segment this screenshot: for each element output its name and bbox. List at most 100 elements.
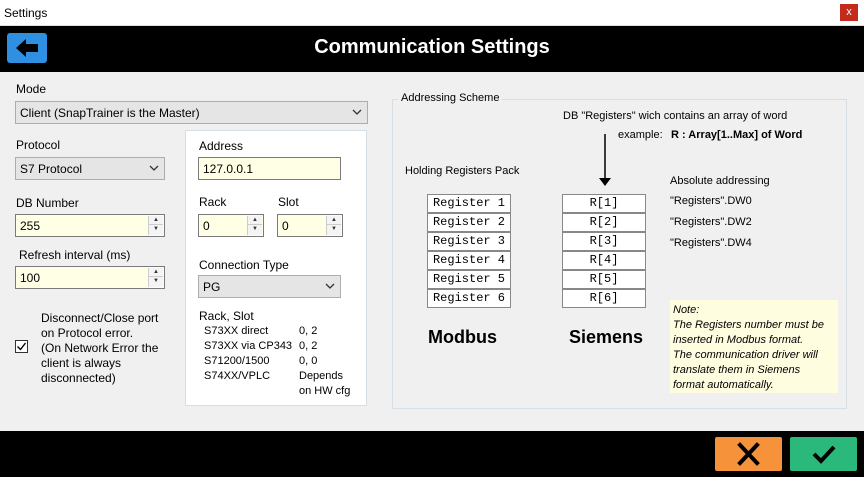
- rack-input[interactable]: 0 ▲ ▼: [198, 214, 264, 237]
- spin-up-icon[interactable]: ▲: [248, 216, 262, 225]
- address-input[interactable]: 127.0.0.1: [198, 157, 341, 180]
- disconnect-line: disconnected): [41, 371, 116, 385]
- rack-slot-row-val: 0, 2: [299, 325, 318, 337]
- disconnect-line: client is always: [41, 356, 122, 370]
- siemens-register: R[5]: [562, 270, 646, 289]
- chevron-down-icon: [352, 109, 362, 115]
- refresh-spinner[interactable]: ▲ ▼: [148, 268, 163, 287]
- address-label: Address: [199, 139, 244, 153]
- holding-label: Holding Registers Pack: [405, 165, 520, 177]
- window-title: Settings: [4, 6, 48, 20]
- note-line: translate them in Siemens: [673, 364, 801, 376]
- page-title: Communication Settings: [314, 36, 550, 58]
- rack-slot-row-val: Depends: [299, 370, 344, 382]
- rack-slot-title: Rack, Slot: [199, 309, 254, 323]
- rack-slot-row-name: S73XX direct: [204, 325, 269, 337]
- connection-type-value: PG: [203, 280, 221, 294]
- spin-up-icon[interactable]: ▲: [149, 216, 163, 225]
- spin-up-icon[interactable]: ▲: [149, 268, 163, 277]
- disconnect-line: (On Network Error the: [41, 341, 159, 355]
- rack-value: 0: [203, 219, 210, 233]
- absolute-label: Absolute addressing: [670, 175, 770, 187]
- header-bar: Communication Settings: [0, 26, 864, 72]
- absolute-address: "Registers".DW2: [670, 216, 752, 228]
- modbus-title: Modbus: [428, 327, 497, 347]
- rack-slot-names: S73XX direct S73XX via CP343 S71200/1500…: [204, 324, 292, 384]
- disconnect-text: Disconnect/Close port on Protocol error.…: [41, 311, 158, 386]
- note-box: Note: The Registers number must be inser…: [670, 300, 838, 393]
- modbus-register: Register 2: [427, 213, 511, 232]
- siemens-register: R[3]: [562, 232, 646, 251]
- disconnect-checkbox[interactable]: [15, 340, 28, 353]
- siemens-register: R[6]: [562, 289, 646, 308]
- address-value: 127.0.0.1: [203, 162, 254, 176]
- mode-label: Mode: [16, 82, 47, 96]
- rack-slot-extra: on HW cfg: [299, 385, 351, 397]
- siemens-register: R[4]: [562, 251, 646, 270]
- rack-slot-row-name: S71200/1500: [204, 355, 270, 367]
- protocol-value: S7 Protocol: [20, 162, 83, 176]
- absolute-address: "Registers".DW4: [670, 237, 752, 249]
- modbus-register: Register 5: [427, 270, 511, 289]
- siemens-title: Siemens: [569, 327, 644, 347]
- check-icon: [812, 445, 836, 464]
- rack-spinner[interactable]: ▲ ▼: [247, 216, 262, 235]
- modbus-register: Register 3: [427, 232, 511, 251]
- note-line: inserted in Modbus format.: [673, 334, 804, 346]
- refresh-value: 100: [20, 271, 41, 285]
- slot-label: Slot: [278, 195, 299, 209]
- disconnect-line: on Protocol error.: [41, 326, 134, 340]
- chevron-down-icon: [149, 165, 159, 171]
- check-icon: [17, 342, 27, 351]
- disconnect-line: Disconnect/Close port: [41, 311, 159, 325]
- siemens-register: R[1]: [562, 194, 646, 213]
- chevron-down-icon: [325, 283, 335, 289]
- note-line: Note:: [673, 304, 700, 316]
- db-number-input[interactable]: 255 ▲ ▼: [15, 214, 165, 237]
- connection-type-label: Connection Type: [199, 258, 289, 272]
- db-number-value: 255: [20, 219, 41, 233]
- down-arrow-icon: [599, 134, 611, 186]
- rack-slot-values: 0, 2 0, 2 0, 0 Depends on HW cfg: [299, 324, 350, 399]
- db-number-spinner[interactable]: ▲ ▼: [148, 216, 163, 235]
- rack-label: Rack: [199, 195, 227, 209]
- connection-type-select[interactable]: PG: [198, 275, 341, 298]
- slot-spinner[interactable]: ▲ ▼: [326, 216, 341, 235]
- rack-slot-row-val: 0, 2: [299, 340, 318, 352]
- ok-button[interactable]: [790, 437, 857, 471]
- note-line: The Registers number must be: [673, 319, 825, 331]
- refresh-label: Refresh interval (ms): [19, 248, 131, 262]
- close-window-button[interactable]: x: [840, 4, 858, 21]
- footer-bar: [0, 431, 864, 477]
- modbus-register: Register 1: [427, 194, 511, 213]
- mode-select[interactable]: Client (SnapTrainer is the Master): [15, 101, 368, 124]
- example-label: example:: [618, 129, 663, 141]
- absolute-address: "Registers".DW0: [670, 195, 752, 207]
- protocol-label: Protocol: [16, 138, 61, 152]
- addressing-title: Addressing Scheme: [398, 92, 503, 104]
- close-icon: [737, 442, 760, 466]
- cancel-button[interactable]: [715, 437, 782, 471]
- modbus-register: Register 4: [427, 251, 511, 270]
- mode-value: Client (SnapTrainer is the Master): [20, 106, 200, 120]
- slot-value: 0: [282, 219, 289, 233]
- spin-down-icon[interactable]: ▼: [248, 225, 262, 234]
- spin-down-icon[interactable]: ▼: [149, 277, 163, 286]
- note-line: The communication driver will: [673, 349, 818, 361]
- slot-input[interactable]: 0 ▲ ▼: [277, 214, 343, 237]
- spin-up-icon[interactable]: ▲: [327, 216, 341, 225]
- siemens-register: R[2]: [562, 213, 646, 232]
- refresh-input[interactable]: 100 ▲ ▼: [15, 266, 165, 289]
- note-line: format automatically.: [673, 379, 774, 391]
- rack-slot-row-val: 0, 0: [299, 355, 318, 367]
- title-bar: Settings x: [0, 0, 864, 26]
- protocol-select[interactable]: S7 Protocol: [15, 157, 165, 180]
- modbus-register: Register 6: [427, 289, 511, 308]
- db-number-label: DB Number: [16, 196, 79, 210]
- example-value: R : Array[1..Max] of Word: [671, 129, 803, 141]
- rack-slot-row-name: S73XX via CP343: [204, 340, 293, 352]
- db-description: DB "Registers" wich contains an array of…: [563, 110, 788, 122]
- rack-slot-row-name: S74XX/VPLC: [204, 370, 271, 382]
- spin-down-icon[interactable]: ▼: [149, 225, 163, 234]
- spin-down-icon[interactable]: ▼: [327, 225, 341, 234]
